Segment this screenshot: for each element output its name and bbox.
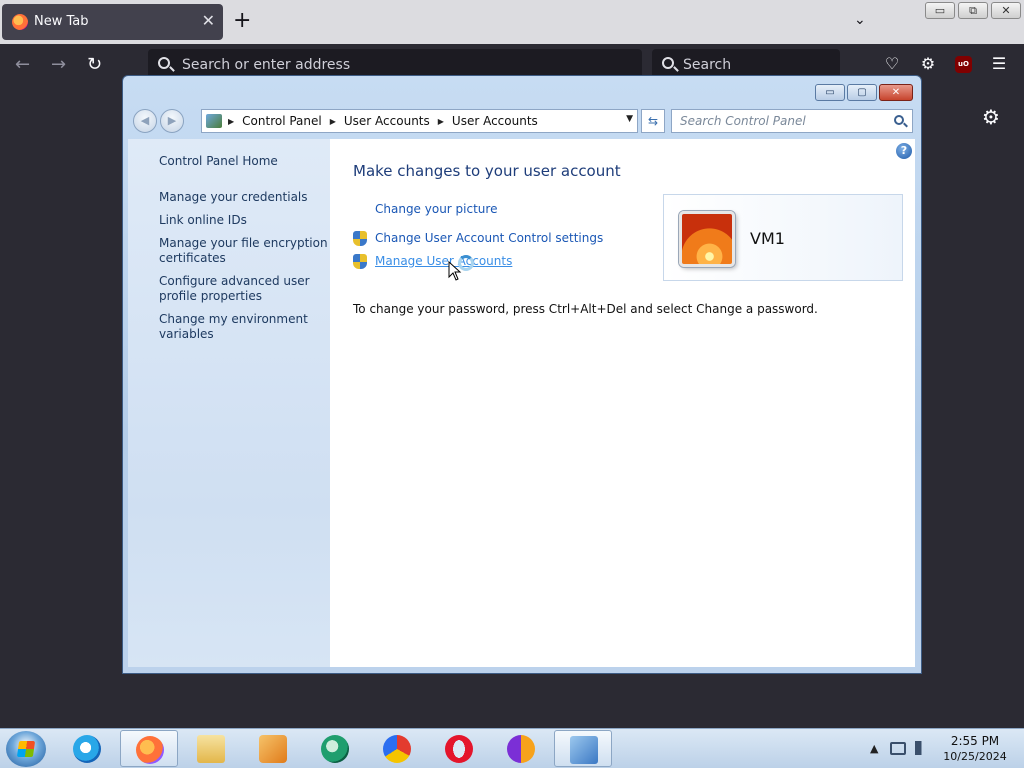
file-explorer-icon[interactable] <box>182 730 240 767</box>
history-nav-buttons: ◀ ▶ <box>133 109 187 133</box>
breadcrumb: ▶ Control Panel ▶ User Accounts ▶ User A… <box>228 114 538 128</box>
pocket-icon[interactable]: ♡ <box>882 54 902 74</box>
network-icon[interactable] <box>890 742 906 755</box>
forward-button[interactable]: ▶ <box>160 109 184 133</box>
ublock-origin-icon[interactable]: uO <box>955 56 972 73</box>
breadcrumb-user-accounts-current[interactable]: User Accounts <box>452 114 538 128</box>
volume-muted-icon[interactable] <box>915 741 931 755</box>
address-bar[interactable]: ▶ Control Panel ▶ User Accounts ▶ User A… <box>201 109 638 133</box>
manage-credentials-link[interactable]: Manage your credentials <box>159 190 329 205</box>
url-placeholder: Search or enter address <box>182 57 351 73</box>
environment-variables-link[interactable]: Change my environment variables <box>159 312 329 342</box>
vm-restore-button[interactable]: ⧉ <box>958 2 988 19</box>
clock-time: 2:55 PM <box>950 734 1000 748</box>
search-control-panel-input[interactable]: Search Control Panel <box>671 109 913 133</box>
mouse-cursor-icon <box>448 261 462 281</box>
vm-minimize-button[interactable]: ▭ <box>925 2 955 19</box>
page-title: Make changes to your user account <box>353 162 621 180</box>
control-panel-home-link[interactable]: Control Panel Home <box>159 154 329 169</box>
clock-date: 10/25/2024 <box>943 750 1007 763</box>
search-placeholder: Search Control Panel <box>680 114 806 128</box>
advanced-profile-properties-link[interactable]: Configure advanced user profile properti… <box>159 274 329 304</box>
taskbar: ▲ 2:55 PM 10/25/2024 <box>0 728 1024 768</box>
firefox-icon[interactable] <box>120 730 178 767</box>
search-placeholder: Search <box>683 57 732 73</box>
uac-shield-icon <box>353 254 367 269</box>
new-tab-button[interactable]: + <box>233 9 251 33</box>
forward-arrow-icon[interactable]: → <box>51 54 66 75</box>
firefox-icon <box>12 14 28 30</box>
uac-shield-icon <box>353 231 367 246</box>
breadcrumb-control-panel[interactable]: Control Panel <box>242 114 322 128</box>
maximize-button[interactable]: ▢ <box>847 84 877 101</box>
user-avatar[interactable] <box>679 211 735 267</box>
refresh-button[interactable]: ⇆ <box>641 109 665 133</box>
help-icon[interactable]: ? <box>896 143 912 159</box>
search-icon <box>662 57 674 69</box>
window-caption-buttons: ▭ ▢ ✕ <box>815 84 913 101</box>
browser-lock-icon[interactable] <box>492 730 550 767</box>
minimize-button[interactable]: ▭ <box>815 84 845 101</box>
password-hint-text: To change your password, press Ctrl+Alt+… <box>353 302 818 316</box>
vm-close-button[interactable]: ✕ <box>991 2 1021 19</box>
back-arrow-icon[interactable]: ← <box>15 54 30 75</box>
start-button[interactable] <box>6 731 46 767</box>
list-all-tabs-icon[interactable]: ⌄ <box>854 12 866 28</box>
browser-tab[interactable]: New Tab ✕ <box>2 4 223 40</box>
back-button[interactable]: ◀ <box>133 109 157 133</box>
search-icon[interactable] <box>894 115 904 125</box>
user-account-card: VM1 <box>663 194 903 281</box>
user-name: VM1 <box>750 229 785 248</box>
change-picture-link[interactable]: Change your picture <box>375 202 497 216</box>
control-panel-icon[interactable] <box>554 730 612 767</box>
menu-icon[interactable]: ☰ <box>989 54 1009 74</box>
browser-tab-bar: New Tab ✕ + ⌄ ▭ ⧉ ✕ <box>0 0 1024 44</box>
control-panel-window: ▭ ▢ ✕ ◀ ▶ ▶ Control Panel ▶ User Account… <box>122 75 922 674</box>
tab-close-icon[interactable]: ✕ <box>202 11 215 30</box>
reload-icon[interactable]: ↻ <box>87 54 102 75</box>
browser-app-icon[interactable] <box>306 730 364 767</box>
system-clock[interactable]: 2:55 PM 10/25/2024 <box>940 733 1010 765</box>
chrome-style-icon[interactable] <box>368 730 426 767</box>
extensions-icon[interactable]: ⚙ <box>918 54 938 74</box>
main-content: ? Make changes to your user account Chan… <box>330 139 915 667</box>
breadcrumb-separator-icon[interactable]: ▶ <box>330 117 336 126</box>
breadcrumb-separator-icon[interactable]: ▶ <box>228 117 234 126</box>
manage-user-accounts-link[interactable]: Manage User Accounts <box>375 254 512 268</box>
breadcrumb-user-accounts[interactable]: User Accounts <box>344 114 430 128</box>
opera-icon[interactable] <box>430 730 488 767</box>
uac-settings-link[interactable]: Change User Account Control settings <box>375 231 603 245</box>
media-player-icon[interactable] <box>244 730 302 767</box>
control-panel-icon <box>206 114 222 128</box>
close-button[interactable]: ✕ <box>879 84 913 101</box>
internet-explorer-icon[interactable] <box>58 730 116 767</box>
file-encryption-certificates-link[interactable]: Manage your file encryption certificates <box>159 236 329 266</box>
address-dropdown-icon[interactable]: ▼ <box>626 114 633 124</box>
settings-gear-icon[interactable]: ⚙ <box>982 105 1000 129</box>
breadcrumb-separator-icon[interactable]: ▶ <box>438 117 444 126</box>
show-hidden-icons-arrow[interactable]: ▲ <box>870 742 878 755</box>
tab-title: New Tab <box>34 14 89 29</box>
search-icon <box>158 57 170 69</box>
vm-window-controls: ▭ ⧉ ✕ <box>925 2 1021 20</box>
task-pane: Control Panel Home Manage your credentia… <box>128 139 330 667</box>
link-online-ids-link[interactable]: Link online IDs <box>159 213 329 228</box>
